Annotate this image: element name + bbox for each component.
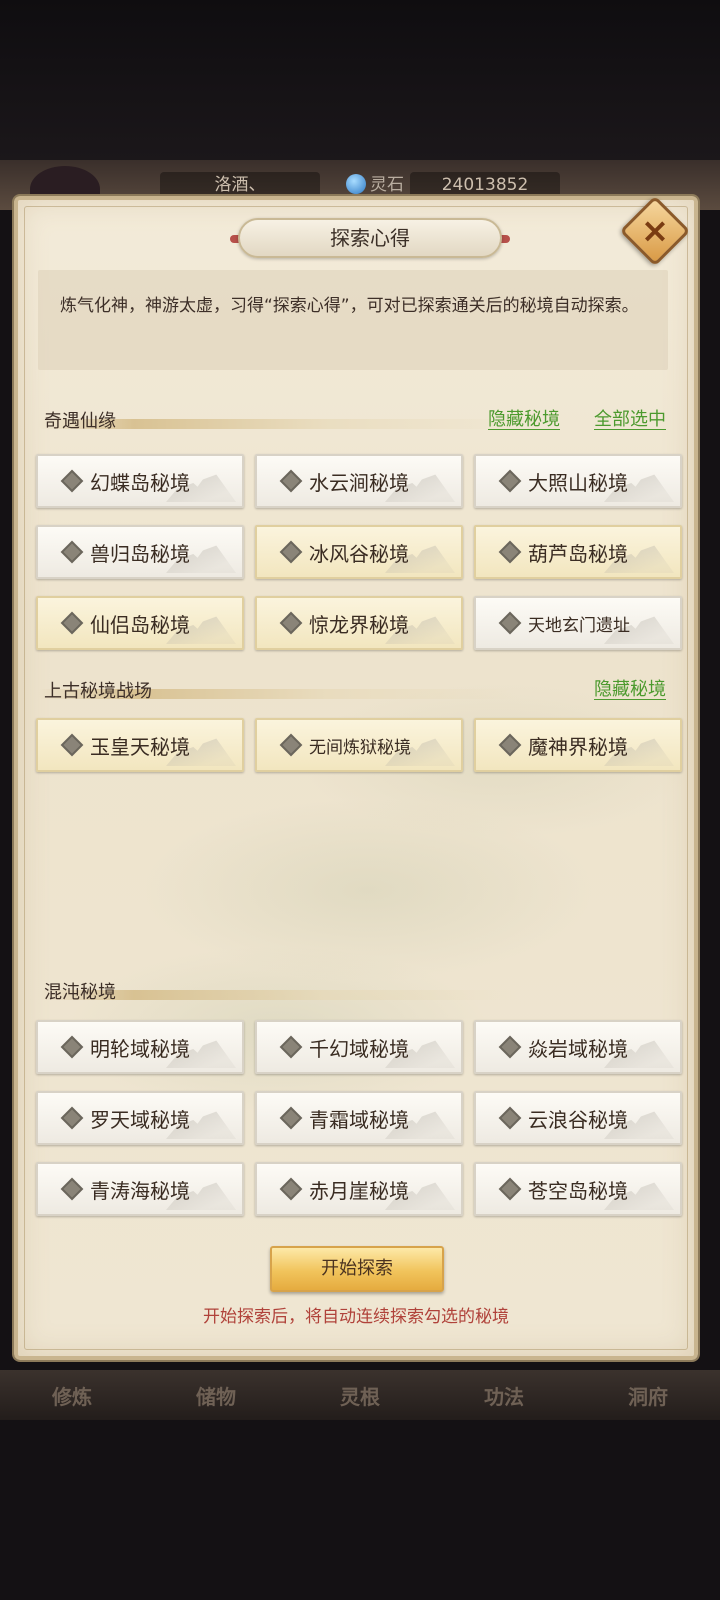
realm-card-cangkong[interactable]: 苍空岛秘境	[474, 1162, 682, 1216]
checkbox-diamond-icon	[279, 1177, 303, 1201]
nav-tab-cave[interactable]: 洞府	[628, 1381, 668, 1410]
checkbox-diamond-icon	[279, 733, 303, 757]
section-title: 混沌秘境	[44, 982, 116, 1003]
realm-card-xianlv[interactable]: 仙侣岛秘境	[36, 596, 244, 650]
realm-card-moshen[interactable]: 魔神界秘境	[474, 718, 682, 772]
checkbox-diamond-icon	[60, 733, 84, 757]
checkbox-diamond-icon	[498, 611, 522, 635]
nav-tab-spirit-root[interactable]: 灵根	[340, 1381, 380, 1410]
checkbox-diamond-icon	[60, 469, 84, 493]
nav-tab-storage[interactable]: 储物	[196, 1381, 236, 1410]
player-name: 洛酒、	[160, 172, 320, 198]
realm-grid-encounter: 幻蝶岛秘境 水云涧秘境 大照山秘境 兽归岛秘境 冰风谷秘境 葫芦岛秘境 仙侣岛秘…	[36, 454, 682, 650]
checkbox-diamond-icon	[498, 469, 522, 493]
realm-card-chiyue[interactable]: 赤月崖秘境	[255, 1162, 463, 1216]
realm-card-qingtao[interactable]: 青涛海秘境	[36, 1162, 244, 1216]
realm-card-huandie[interactable]: 幻蝶岛秘境	[36, 454, 244, 508]
nav-tab-skills[interactable]: 功法	[484, 1381, 524, 1410]
realm-grid-ancient: 玉皇天秘境 无间炼狱秘境 魔神界秘境	[36, 718, 682, 772]
realm-card-luotian[interactable]: 罗天域秘境	[36, 1091, 244, 1145]
close-icon: ×	[640, 211, 670, 251]
game-background-top	[0, 0, 720, 160]
checkbox-diamond-icon	[60, 611, 84, 635]
realm-card-bingfeng[interactable]: 冰风谷秘境	[255, 525, 463, 579]
realm-card-yuhuang[interactable]: 玉皇天秘境	[36, 718, 244, 772]
realm-card-minglun[interactable]: 明轮域秘境	[36, 1020, 244, 1074]
section-title: 上古秘境战场	[44, 681, 152, 702]
checkbox-diamond-icon	[60, 540, 84, 564]
realm-grid-chaos: 明轮域秘境 千幻域秘境 焱岩域秘境 罗天域秘境 青霜域秘境 云浪谷秘境 青涛海秘…	[36, 1020, 682, 1216]
realm-card-jinglong[interactable]: 惊龙界秘境	[255, 596, 463, 650]
checkbox-diamond-icon	[498, 733, 522, 757]
select-all-link[interactable]: 全部选中	[594, 405, 666, 431]
bottom-nav: 修炼 储物 灵根 功法 洞府	[0, 1370, 720, 1420]
realm-card-yanyan[interactable]: 焱岩域秘境	[474, 1020, 682, 1074]
realm-card-wujian[interactable]: 无间炼狱秘境	[255, 718, 463, 772]
dialog-title: 探索心得	[238, 218, 502, 258]
checkbox-diamond-icon	[60, 1035, 84, 1059]
currency-value: 24013852	[410, 172, 560, 198]
realm-card-yunlang[interactable]: 云浪谷秘境	[474, 1091, 682, 1145]
explore-hint: 开始探索后，将自动连续探索勾选的秘境	[203, 1307, 509, 1327]
realm-card-hulu[interactable]: 葫芦岛秘境	[474, 525, 682, 579]
checkbox-diamond-icon	[498, 1177, 522, 1201]
spirit-stone-icon	[346, 174, 366, 194]
checkbox-diamond-icon	[279, 540, 303, 564]
checkbox-diamond-icon	[60, 1106, 84, 1130]
checkbox-diamond-icon	[279, 469, 303, 493]
explore-dialog: 探索心得 × 炼气化神，神游太虚，习得“探索心得”，可对已探索通关后的秘境自动探…	[14, 195, 698, 1360]
realm-card-shuiyun[interactable]: 水云涧秘境	[255, 454, 463, 508]
realm-card-qingshuang[interactable]: 青霜域秘境	[255, 1091, 463, 1145]
close-button[interactable]: ×	[619, 195, 691, 267]
section-title: 奇遇仙缘	[44, 411, 116, 432]
realm-card-tiandi[interactable]: 天地玄门遗址	[474, 596, 682, 650]
checkbox-diamond-icon	[279, 611, 303, 635]
checkbox-diamond-icon	[498, 540, 522, 564]
hide-realms-link[interactable]: 隐藏秘境	[594, 675, 666, 701]
checkbox-diamond-icon	[279, 1035, 303, 1059]
checkbox-diamond-icon	[498, 1106, 522, 1130]
section-header-chaos: 混沌秘境	[38, 976, 678, 1006]
checkbox-diamond-icon	[279, 1106, 303, 1130]
checkbox-diamond-icon	[60, 1177, 84, 1201]
game-background-bottom	[0, 1420, 720, 1600]
checkbox-diamond-icon	[498, 1035, 522, 1059]
currency-label: 灵石	[370, 175, 404, 195]
dialog-description: 炼气化神，神游太虚，习得“探索心得”，可对已探索通关后的秘境自动探索。	[38, 270, 668, 370]
section-header-encounter: 奇遇仙缘 隐藏秘境 全部选中	[38, 405, 678, 435]
section-header-ancient: 上古秘境战场 隐藏秘境	[38, 675, 678, 705]
realm-card-qianhuan[interactable]: 千幻域秘境	[255, 1020, 463, 1074]
realm-card-dazhao[interactable]: 大照山秘境	[474, 454, 682, 508]
start-explore-button[interactable]: 开始探索	[270, 1246, 444, 1292]
hide-realms-link[interactable]: 隐藏秘境	[488, 405, 560, 431]
realm-card-shougui[interactable]: 兽归岛秘境	[36, 525, 244, 579]
nav-tab-cultivate[interactable]: 修炼	[52, 1381, 92, 1410]
